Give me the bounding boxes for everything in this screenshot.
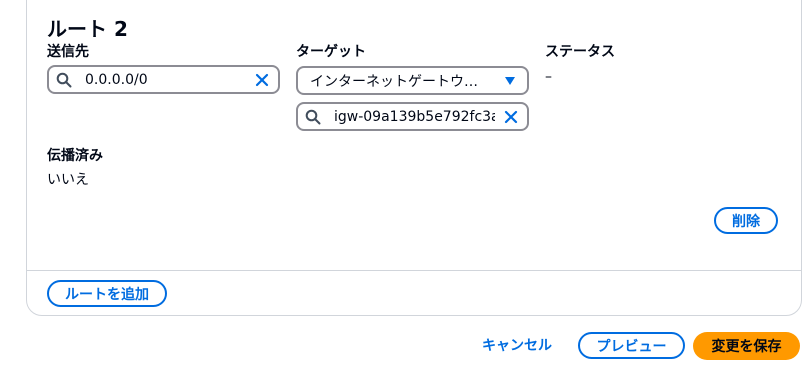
propagated-label: 伝播済み [47, 148, 103, 164]
add-route-button[interactable]: ルートを追加 [47, 280, 167, 307]
panel-divider [27, 270, 801, 271]
destination-value: 0.0.0.0/0 [85, 71, 148, 88]
route-title: ルート 2 [47, 17, 128, 41]
target-search-value: igw-09a139b5e792fc3a8 [334, 108, 495, 125]
search-icon [298, 109, 328, 125]
clear-icon[interactable] [246, 67, 278, 92]
search-icon [49, 72, 79, 88]
caret-down-icon [493, 76, 527, 86]
propagated-value: いいえ [47, 172, 89, 188]
route-table-panel [26, 0, 802, 316]
target-search-input[interactable]: igw-09a139b5e792fc3a8 [296, 102, 529, 131]
target-label: ターゲット [296, 44, 366, 60]
save-changes-button[interactable]: 変更を保存 [693, 332, 800, 360]
cancel-button[interactable]: キャンセル [482, 336, 552, 356]
remove-route-button[interactable]: 削除 [714, 207, 778, 234]
clear-icon[interactable] [495, 104, 527, 129]
target-type-value: インターネットゲートウ… [310, 73, 478, 90]
destination-input[interactable]: 0.0.0.0/0 [47, 65, 280, 94]
target-type-select[interactable]: インターネットゲートウ… [296, 66, 529, 95]
destination-label: 送信先 [47, 44, 89, 60]
preview-button[interactable]: プレビュー [578, 332, 685, 359]
status-label: ステータス [545, 44, 615, 60]
status-value: – [545, 69, 552, 85]
